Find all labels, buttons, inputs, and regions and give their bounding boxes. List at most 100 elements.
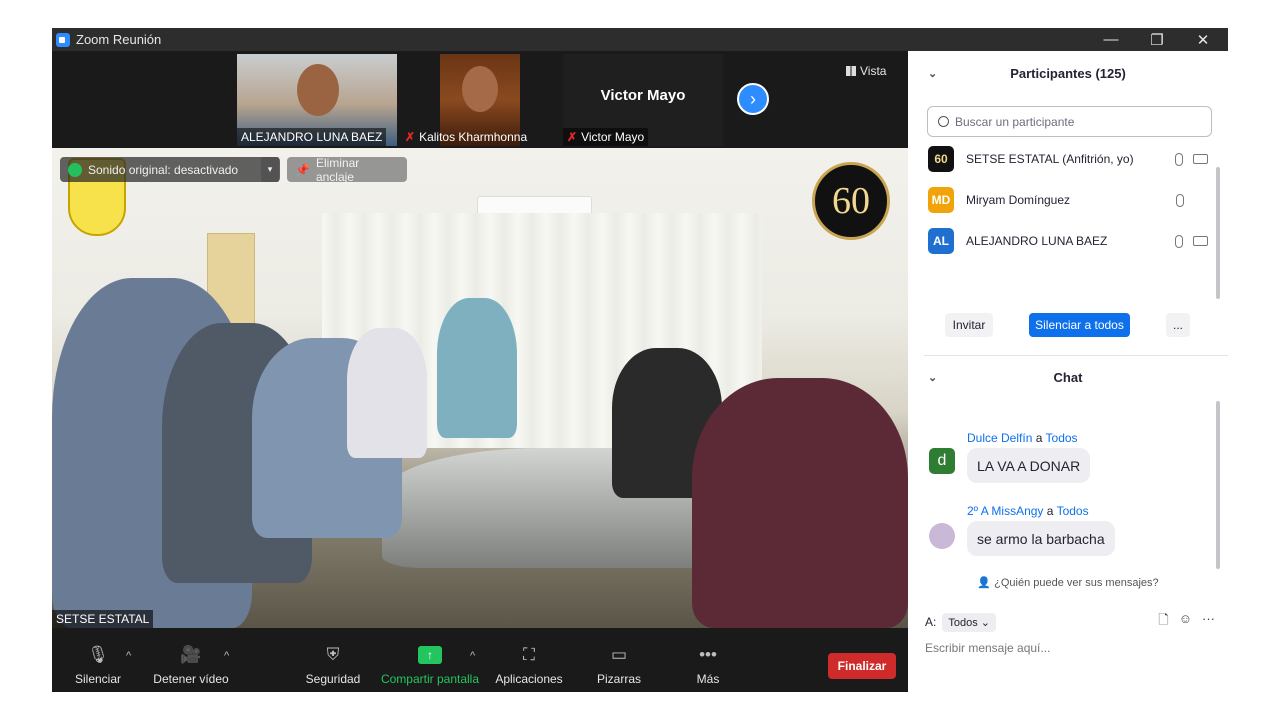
- mute-all-button[interactable]: Silenciar a todos: [1029, 313, 1130, 337]
- who-sees-label: ¿Quién puede ver sus mensajes?: [994, 577, 1159, 589]
- chevron-down-icon[interactable]: ⌄: [928, 67, 937, 80]
- chat-more-button[interactable]: ···: [1202, 611, 1215, 633]
- video-options-caret[interactable]: ^: [224, 650, 229, 662]
- original-sound-label: Sonido original: desactivado: [88, 162, 239, 177]
- participant-strip: ALEJANDRO LUNA BAEZ ✗ Kalitos Kharmhonna…: [52, 51, 908, 146]
- participant-face: [462, 66, 498, 112]
- chevron-down-icon: ▾: [267, 164, 273, 174]
- tile-display-name: Victor Mayo: [600, 86, 686, 104]
- chat-recipient: Todos: [1056, 504, 1089, 518]
- video-camera-icon: 🎥: [180, 645, 202, 664]
- participant-name: Miryam Domínguez: [966, 193, 1071, 207]
- apps-label: Aplicaciones: [495, 672, 563, 686]
- active-speaker-video: 60 Sonido original: desactivado ▾ 📌 Elim…: [52, 148, 908, 628]
- chat-recipient-row: A: Todos ⌄ 🗋 ☺ ···: [925, 611, 1215, 633]
- chat-header: ⌄ Chat: [908, 357, 1228, 397]
- participant-row[interactable]: 60 SETSE ESTATAL (Anfitrión, yo): [928, 144, 1208, 174]
- participants-header: ⌄ Participantes (125): [908, 53, 1228, 93]
- chat-sender-line: 2º A MissAngy a Todos: [967, 504, 1089, 518]
- whiteboards-button[interactable]: ▭ Pizarras: [590, 628, 648, 692]
- chat-sender: Dulce Delfín: [967, 431, 1033, 445]
- original-sound-toggle[interactable]: Sonido original: desactivado: [60, 157, 280, 182]
- chevron-right-icon: ›: [750, 88, 756, 109]
- microphone-icon: [1175, 152, 1183, 166]
- video-tile-alejandro[interactable]: ALEJANDRO LUNA BAEZ: [237, 54, 397, 146]
- close-button[interactable]: ✕: [1180, 28, 1226, 51]
- recipient-select[interactable]: Todos ⌄: [942, 612, 996, 632]
- apps-icon: ⛶: [523, 645, 535, 664]
- original-sound-dropdown[interactable]: ▾: [261, 157, 279, 182]
- chevron-down-icon: ⌄: [980, 616, 990, 629]
- next-page-button[interactable]: ›: [737, 83, 769, 115]
- emoji-icon[interactable]: ☺: [1179, 611, 1192, 633]
- share-options-caret[interactable]: ^: [470, 650, 475, 662]
- pin-icon: 📌: [295, 162, 310, 177]
- apps-button[interactable]: ⛶ Aplicaciones: [492, 628, 566, 692]
- unpin-button[interactable]: 📌 Eliminar anclaje: [287, 156, 407, 184]
- mute-label: Silenciar: [74, 672, 122, 686]
- participant-name: ALEJANDRO LUNA BAEZ: [966, 234, 1108, 248]
- participant-row[interactable]: MD Miryam Domínguez: [928, 185, 1208, 215]
- participant-row[interactable]: AL ALEJANDRO LUNA BAEZ: [928, 226, 1208, 256]
- speaker-name: SETSE ESTATAL: [52, 610, 154, 628]
- video-area: ALEJANDRO LUNA BAEZ ✗ Kalitos Kharmhonna…: [52, 51, 908, 628]
- video-camera-icon: [1193, 236, 1208, 246]
- recipient-value: Todos: [948, 616, 978, 629]
- view-button[interactable]: Vista: [846, 64, 886, 78]
- grid-icon: [846, 66, 856, 76]
- chat-sender: 2º A MissAngy: [967, 504, 1044, 518]
- chat-scrollbar[interactable]: [1216, 401, 1220, 569]
- person: [692, 378, 908, 628]
- whiteboards-label: Pizarras: [596, 672, 641, 686]
- avatar: 60: [928, 146, 954, 172]
- tile-name: ALEJANDRO LUNA BAEZ: [241, 130, 383, 144]
- chevron-down-icon[interactable]: ⌄: [928, 371, 937, 384]
- mute-button[interactable]: 🎙 Silenciar: [70, 628, 126, 692]
- who-can-see-link[interactable]: 👤 ¿Quién puede ver sus mensajes?: [908, 576, 1228, 589]
- tile-name: Victor Mayo: [581, 130, 645, 144]
- chat-to-word: a: [1046, 504, 1054, 518]
- participant-search[interactable]: Buscar un participante: [927, 106, 1212, 137]
- microphone-icon: 🎙: [87, 645, 109, 664]
- tile-name: Kalitos Kharmhonna: [419, 130, 528, 144]
- anniversary-number: 60: [832, 180, 870, 222]
- anniversary-logo: 60: [812, 162, 890, 240]
- chat-message: se armo la barbacha: [967, 521, 1115, 556]
- participants-more-button[interactable]: ...: [1166, 313, 1190, 337]
- tile-name-kalitos: ✗ Kalitos Kharmhonna: [401, 126, 551, 146]
- to-label: A:: [925, 615, 937, 629]
- chat-recipient: Todos: [1045, 431, 1078, 445]
- microphone-icon: [1176, 193, 1184, 207]
- file-icon[interactable]: 🗋: [1158, 611, 1168, 633]
- chat-message-input[interactable]: Escribir mensaje aquí...: [925, 641, 1050, 655]
- restore-button[interactable]: ❐: [1134, 28, 1180, 51]
- more-label: Más: [696, 672, 720, 686]
- muted-mic-icon: ✗: [567, 130, 578, 144]
- end-meeting-button[interactable]: Finalizar: [828, 653, 896, 679]
- security-label: Seguridad: [305, 672, 361, 686]
- search-icon: [938, 116, 949, 127]
- stop-video-button[interactable]: 🎥 Detener vídeo: [150, 628, 232, 692]
- invite-button[interactable]: Invitar: [945, 313, 993, 337]
- avatar: [929, 523, 955, 549]
- participants-scrollbar[interactable]: [1216, 167, 1220, 299]
- avatar: AL: [928, 228, 954, 254]
- more-button[interactable]: ••• Más: [680, 628, 736, 692]
- shield-check-icon: [68, 162, 82, 177]
- minimize-button[interactable]: —: [1088, 28, 1134, 51]
- video-label: Detener vídeo: [153, 672, 229, 686]
- avatar: d: [929, 448, 955, 474]
- person: [347, 328, 427, 458]
- audio-options-caret[interactable]: ^: [126, 650, 131, 662]
- view-label: Vista: [860, 64, 887, 78]
- whiteboard-icon: ▭: [610, 645, 628, 664]
- divider: [924, 355, 1228, 356]
- security-button[interactable]: ⛨ Seguridad: [302, 628, 364, 692]
- avatar: MD: [928, 187, 954, 213]
- search-placeholder: Buscar un participante: [955, 114, 1075, 129]
- video-tile-victor[interactable]: Victor Mayo ✗ Victor Mayo: [563, 54, 723, 146]
- participant-face: [297, 64, 339, 116]
- participants-title: Participantes (125): [1010, 65, 1126, 81]
- microphone-icon: [1175, 234, 1183, 248]
- share-screen-button[interactable]: ↑ Compartir pantalla: [378, 628, 482, 692]
